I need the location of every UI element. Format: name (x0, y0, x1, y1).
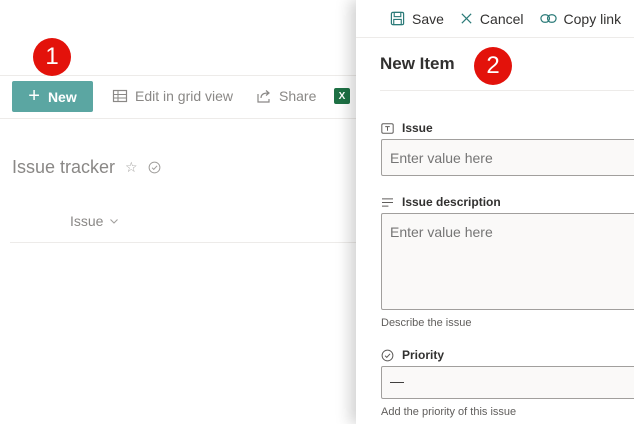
cancel-label: Cancel (479, 10, 524, 27)
priority-dropdown[interactable]: — (381, 366, 634, 399)
priority-field-label: Priority (381, 348, 444, 362)
issue-input[interactable] (381, 139, 634, 176)
new-button-label: New (47, 88, 77, 105)
cancel-button[interactable]: Cancel (460, 11, 524, 27)
share-icon (257, 90, 270, 103)
step-badge-2-number: 2 (486, 52, 500, 79)
priority-hint: Add the priority of this issue (381, 406, 517, 418)
excel-icon[interactable]: X (334, 88, 350, 104)
link-icon (539, 14, 557, 23)
share-label: Share (279, 88, 317, 104)
issue-description-field-label: Issue description (381, 195, 501, 209)
issue-field-label: Issue (381, 121, 433, 135)
edit-in-grid-view-label: Edit in grid view (135, 88, 234, 104)
panel-title-divider (380, 90, 634, 91)
close-icon (461, 13, 472, 24)
column-header-issue[interactable]: Issue (70, 213, 119, 229)
grid-icon (112, 89, 128, 103)
text-field-icon (381, 122, 394, 134)
list-title: Issue tracker ☆ (12, 157, 161, 178)
step-badge-1: 1 (33, 38, 71, 76)
panel-toolbar: Save Cancel Copy link (356, 0, 634, 38)
issue-description-hint: Describe the issue (381, 317, 472, 329)
save-label: Save (412, 10, 444, 27)
panel-title: New Item (380, 54, 455, 73)
command-bar-bottom-divider (0, 118, 360, 119)
star-icon[interactable]: ☆ (125, 159, 138, 176)
save-icon (390, 11, 405, 26)
share-button[interactable]: Share (256, 88, 316, 104)
issue-description-textarea[interactable] (381, 213, 634, 310)
copy-link-label: Copy link (563, 10, 622, 27)
column-header-divider (10, 242, 360, 243)
new-button[interactable]: + New (12, 81, 93, 112)
priority-label-text: Priority (402, 348, 445, 362)
new-item-panel: Save Cancel Copy link New Item 2 Issue E… (356, 0, 634, 424)
step-badge-1-number: 1 (45, 43, 59, 70)
check-circle-icon (148, 161, 161, 174)
issue-label-text: Issue (402, 121, 433, 135)
edit-in-grid-view-button[interactable]: Edit in grid view (112, 88, 233, 104)
multiline-text-icon (382, 197, 393, 207)
choice-check-icon (381, 349, 394, 361)
excel-glyph: X (338, 90, 346, 102)
step-badge-2: 2 (474, 47, 512, 85)
chevron-down-icon (110, 219, 119, 224)
copy-link-button[interactable]: Copy link (539, 10, 622, 27)
column-header-label: Issue (70, 213, 104, 229)
plus-icon: + (28, 84, 40, 107)
issue-description-label-text: Issue description (402, 195, 501, 209)
list-title-text: Issue tracker (12, 157, 116, 177)
priority-value: — (390, 373, 404, 389)
save-button[interactable]: Save (390, 11, 444, 27)
